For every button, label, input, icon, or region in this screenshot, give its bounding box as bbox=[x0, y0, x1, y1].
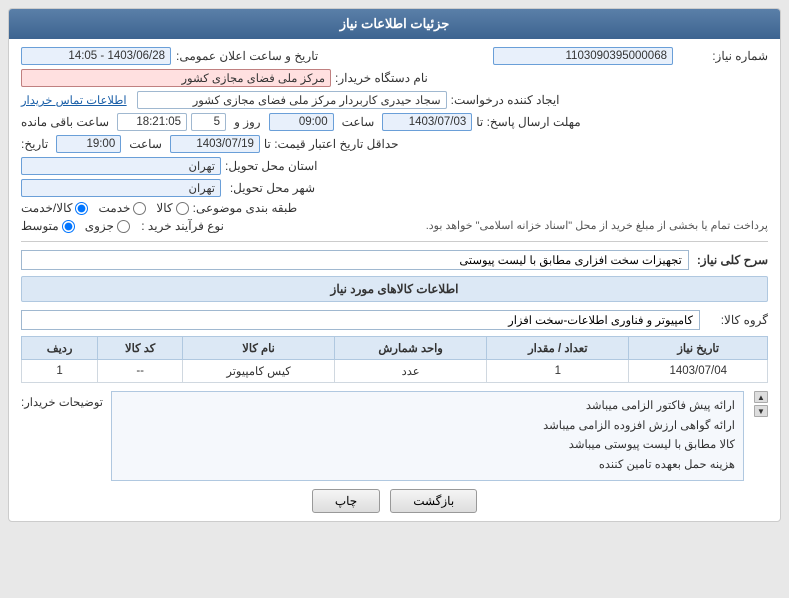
card-header: جزئیات اطلاعات نیاز bbox=[9, 9, 780, 39]
hadaqal-date-input[interactable] bbox=[170, 135, 260, 153]
radio-motovasset[interactable]: متوسط bbox=[21, 219, 75, 233]
ostan-input[interactable] bbox=[21, 157, 221, 175]
tabaqe-label: طبقه بندی موضوعی: bbox=[193, 201, 298, 215]
radio-kala-label: کالا bbox=[156, 201, 172, 215]
sarkenli-row: سرح کلی نیاز: bbox=[21, 250, 768, 270]
shomare-niaz-label: شماره نیاز: bbox=[678, 49, 768, 63]
col-nam-kala: نام کالا bbox=[183, 337, 335, 360]
hadaqal-saat-label: ساعت bbox=[129, 137, 162, 151]
mohlat-time-input[interactable] bbox=[269, 113, 334, 131]
cell-tarikh: 1403/07/04 bbox=[629, 360, 768, 383]
mohlat-saat-input[interactable] bbox=[117, 113, 187, 131]
tamas-kharida-link[interactable]: اطلاعات تماس خریدار bbox=[21, 93, 127, 107]
shomare-niaz-input[interactable] bbox=[493, 47, 673, 65]
col-radif: ردیف bbox=[22, 337, 98, 360]
buttons-row: بازگشت چاپ bbox=[21, 489, 768, 513]
rooz-label: روز و bbox=[234, 115, 261, 129]
mohlat-label: مهلت ارسال پاسخ: تا bbox=[476, 115, 580, 129]
row-naw-niaz: پرداخت تمام یا بخشی از مبلغ خرید از محل … bbox=[21, 219, 768, 233]
card-body: شماره نیاز: تاریخ و ساعت اعلان عمومی: نا… bbox=[9, 39, 780, 521]
naw-niaz-note: پرداخت تمام یا بخشی از مبلغ خرید از محل … bbox=[236, 219, 768, 232]
page-title: جزئیات اطلاعات نیاز bbox=[340, 16, 450, 31]
col-vahed: واحد شمارش bbox=[335, 337, 487, 360]
radio-kala[interactable]: کالا bbox=[156, 201, 188, 215]
saat-label: ساعت bbox=[342, 115, 375, 129]
scroll-down-arrow[interactable]: ▼ bbox=[754, 405, 768, 417]
row-shahr: شهر محل تحویل: bbox=[21, 179, 768, 197]
naw-niaz-radio-group: جزوی متوسط bbox=[21, 219, 130, 233]
tarikh-saat-group: تاریخ و ساعت اعلان عمومی: bbox=[21, 47, 318, 65]
nam-dastgah-input[interactable] bbox=[21, 69, 331, 87]
hadaqal-label: حداقل تاریخ اعتبار قیمت: تا bbox=[264, 137, 399, 151]
row-ijad-konande: ایجاد کننده درخواست: اطلاعات تماس خریدار bbox=[21, 91, 768, 109]
sarkenli-input[interactable] bbox=[21, 250, 689, 270]
row-ostan: استان محل تحویل: bbox=[21, 157, 768, 175]
table-header-row: تاریخ نیاز تعداد / مقدار واحد شمارش نام … bbox=[22, 337, 768, 360]
radio-kala-khadamat-label: کالا/خدمت bbox=[21, 201, 72, 215]
group-kala-label: گروه کالا: bbox=[708, 313, 768, 327]
cell-nam-kala: کیس کامپیوتر bbox=[183, 360, 335, 383]
products-table: تاریخ نیاز تعداد / مقدار واحد شمارش نام … bbox=[21, 336, 768, 383]
radio-khadamat[interactable]: خدمت bbox=[98, 201, 146, 215]
scroll-up-arrow[interactable]: ▲ bbox=[754, 391, 768, 403]
row-shomare-tarikh: شماره نیاز: تاریخ و ساعت اعلان عمومی: bbox=[21, 47, 768, 65]
tawzih-section: ▲ ▼ ارائه پیش فاکتور الزامی میباشدارائه … bbox=[21, 391, 768, 481]
col-kod-kala: کد کالا bbox=[98, 337, 183, 360]
col-tarikh-niaz: تاریخ نیاز bbox=[629, 337, 768, 360]
radio-kala-khadamat-input[interactable] bbox=[75, 202, 88, 215]
nam-dastgah-label: نام دستگاه خریدار: bbox=[335, 71, 428, 85]
naw-niaz-label: نوع فرآیند خرید : bbox=[134, 219, 224, 233]
col-tedad: تعداد / مقدار bbox=[487, 337, 629, 360]
cell-tedad: 1 bbox=[487, 360, 629, 383]
tarikh-saat-label: تاریخ و ساعت اعلان عمومی: bbox=[176, 49, 318, 63]
shomare-niaz-group: شماره نیاز: bbox=[493, 47, 768, 65]
radio-khadamat-input[interactable] bbox=[133, 202, 146, 215]
table-row: 1403/07/04 1 عدد کیس کامپیوتر -- 1 bbox=[22, 360, 768, 383]
mohlat-date-input[interactable] bbox=[382, 113, 472, 131]
ijad-konande-label: ایجاد کننده درخواست: bbox=[451, 93, 560, 107]
radio-kala-input[interactable] bbox=[176, 202, 189, 215]
page-container: جزئیات اطلاعات نیاز شماره نیاز: تاریخ و … bbox=[0, 0, 789, 598]
section-title: اطلاعات کالاهای مورد نیاز bbox=[21, 276, 768, 302]
radio-motovasset-label: متوسط bbox=[21, 219, 59, 233]
radio-jozvi[interactable]: جزوی bbox=[85, 219, 130, 233]
radio-jozvi-input[interactable] bbox=[117, 220, 130, 233]
hadaqal-time-input[interactable] bbox=[56, 135, 121, 153]
ostan-label: استان محل تحویل: bbox=[225, 159, 317, 173]
tawzih-line: ارائه گواهی ارزش افزوده الزامی میباشد bbox=[120, 417, 735, 437]
shahr-label: شهر محل تحویل: bbox=[225, 181, 315, 195]
row-tabaqe: طبقه بندی موضوعی: کالا خدمت کالا/خدمت bbox=[21, 201, 768, 215]
divider-1 bbox=[21, 241, 768, 242]
chap-button[interactable]: چاپ bbox=[312, 489, 380, 513]
tarikh-placeholder: تاریخ: bbox=[21, 137, 48, 151]
row-nam-dastgah: نام دستگاه خریدار: bbox=[21, 69, 768, 87]
sarkenli-label: سرح کلی نیاز: bbox=[697, 253, 768, 267]
tabaqe-radio-group: کالا خدمت کالا/خدمت bbox=[21, 201, 189, 215]
tawzih-line: هزینه حمل بعهده تامین کننده bbox=[120, 456, 735, 476]
radio-khadamat-label: خدمت bbox=[98, 201, 130, 215]
tawzih-label: توضیحات خریدار: bbox=[21, 391, 103, 409]
tawzih-box: ارائه پیش فاکتور الزامی میباشدارائه گواه… bbox=[111, 391, 744, 481]
group-kala-row: گروه کالا: bbox=[21, 310, 768, 330]
radio-kala-khadamat[interactable]: کالا/خدمت bbox=[21, 201, 88, 215]
row-hadaqal: حداقل تاریخ اعتبار قیمت: تا ساعت تاریخ: bbox=[21, 135, 768, 153]
mohlat-rooz-input[interactable] bbox=[191, 113, 226, 131]
cell-radif: 1 bbox=[22, 360, 98, 383]
main-card: جزئیات اطلاعات نیاز شماره نیاز: تاریخ و … bbox=[8, 8, 781, 522]
shahr-input[interactable] bbox=[21, 179, 221, 197]
ijad-konande-input[interactable] bbox=[137, 91, 447, 109]
cell-kod-kala: -- bbox=[98, 360, 183, 383]
cell-vahed: عدد bbox=[335, 360, 487, 383]
row-mohlat: مهلت ارسال پاسخ: تا ساعت روز و ساعت باقی… bbox=[21, 113, 768, 131]
tawzih-line: کالا مطابق با لیست پیوستی میباشد bbox=[120, 436, 735, 456]
group-kala-input[interactable] bbox=[21, 310, 700, 330]
tawzih-line: ارائه پیش فاکتور الزامی میباشد bbox=[120, 397, 735, 417]
baqi-mande-label: ساعت باقی مانده bbox=[21, 115, 109, 129]
radio-motovasset-input[interactable] bbox=[62, 220, 75, 233]
radio-jozvi-label: جزوی bbox=[85, 219, 114, 233]
scroll-arrows: ▲ ▼ bbox=[754, 391, 768, 417]
tarikh-saat-input[interactable] bbox=[21, 47, 171, 65]
bazgasht-button[interactable]: بازگشت bbox=[390, 489, 477, 513]
